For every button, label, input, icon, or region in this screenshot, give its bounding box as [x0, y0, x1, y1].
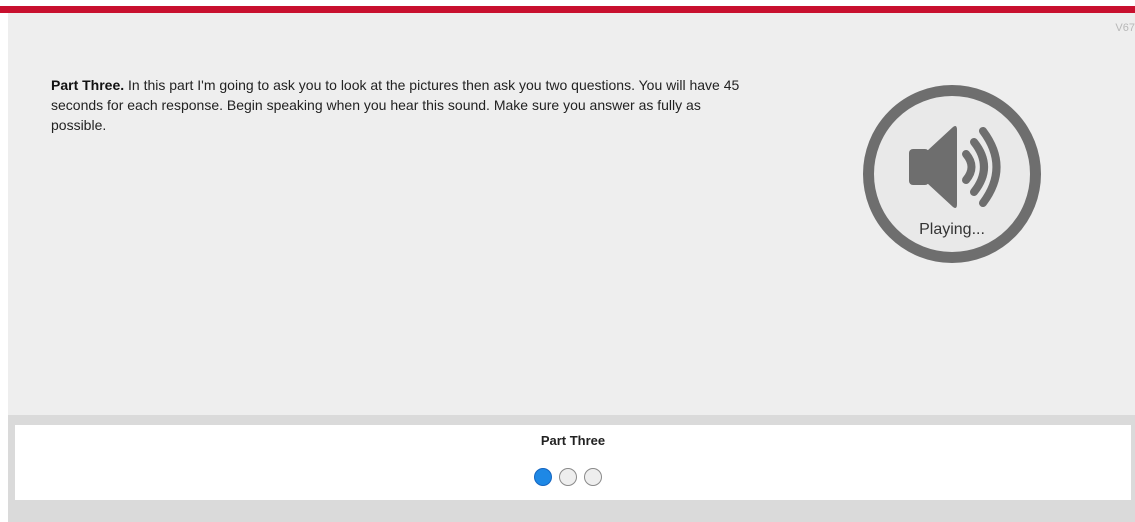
audio-status-indicator: Playing...: [863, 85, 1041, 263]
playing-status-label: Playing...: [919, 221, 985, 238]
progress-dot: [584, 468, 602, 486]
main-panel: V67 Part Three. In this part I'm going t…: [8, 13, 1135, 415]
section-title: Part Three: [540, 433, 606, 448]
progress-dots: [534, 468, 602, 490]
footer-progress-card: Part Three: [15, 425, 1131, 500]
instructions-text: Part Three. In this part I'm going to as…: [51, 75, 756, 135]
instructions-heading: Part Three.: [51, 77, 125, 93]
progress-dot: [559, 468, 577, 486]
top-accent-bar: [0, 6, 1135, 13]
instructions-body: In this part I'm going to ask you to loo…: [51, 77, 740, 133]
progress-dot-current: [534, 468, 552, 486]
version-label: V67: [1115, 22, 1135, 34]
speaker-volume-icon: [909, 126, 1001, 208]
